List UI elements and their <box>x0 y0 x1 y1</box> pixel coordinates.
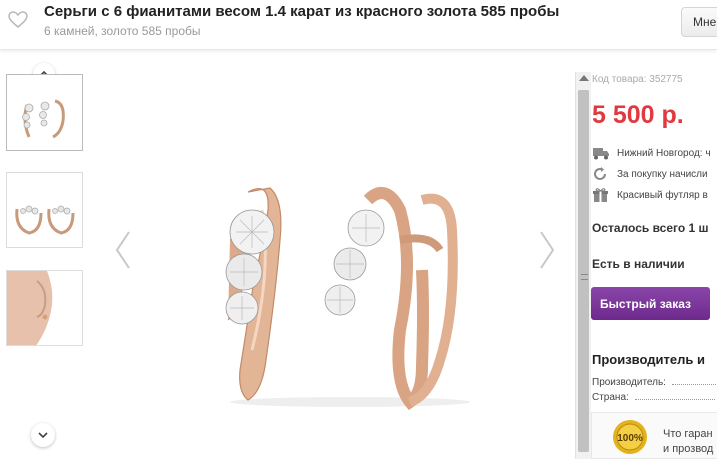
stock-status: Есть в наличии <box>592 257 685 271</box>
thumbnail-earrings-front-image <box>7 75 82 150</box>
grip-icon <box>581 274 588 280</box>
thumbnail-2[interactable] <box>6 172 83 248</box>
thumbnail-3[interactable] <box>6 270 83 346</box>
remaining-stock: Осталось всего 1 ш <box>592 221 709 235</box>
dotted-leader <box>671 384 717 385</box>
guarantee-box[interactable]: 100% Что гаран и прозвод <box>591 412 717 459</box>
country-label: Страна: <box>592 392 629 403</box>
scrollbar[interactable] <box>575 72 591 459</box>
product-header: Серьги с 6 фианитами весом 1.4 карат из … <box>0 0 717 50</box>
product-code: Код товара: 352775 <box>592 74 683 85</box>
country-field: Страна: <box>592 392 715 403</box>
chevron-right-icon[interactable] <box>537 228 557 272</box>
manufacturer-field: Производитель: <box>592 377 717 388</box>
product-price: 5 500 р. <box>592 101 684 129</box>
guarantee-text-line-2: и прозвод <box>663 443 714 455</box>
thumbnail-1[interactable] <box>6 74 83 151</box>
refresh-icon <box>594 167 606 180</box>
chevron-left-icon[interactable] <box>113 228 133 272</box>
scrollbar-thumb[interactable] <box>578 90 589 452</box>
gift-icon <box>593 188 608 202</box>
thumbnails-scroll-down-button[interactable] <box>31 423 55 447</box>
bonus-text: За покупку начисли <box>617 169 708 180</box>
quick-order-button[interactable]: Быстрый заказ <box>591 287 710 320</box>
delivery-text: Нижний Новгород: ч <box>617 148 711 159</box>
product-title: Серьги с 6 фианитами весом 1.4 карат из … <box>44 3 560 20</box>
maker-heading: Производитель и <box>592 352 705 367</box>
scroll-up-arrow-icon[interactable] <box>579 75 589 81</box>
dotted-leader <box>634 399 715 400</box>
gift-text: Красивый футляр в <box>617 190 708 201</box>
product-subtitle: 6 камней, золото 585 пробы <box>44 24 201 38</box>
guarantee-text-line-1: Что гаран <box>663 428 713 440</box>
thumbnail-earrings-side-image <box>7 173 82 247</box>
more-button[interactable]: Мне <box>681 7 717 37</box>
chevron-down-icon <box>38 432 48 439</box>
seal-text: 100% <box>617 433 643 444</box>
heart-icon[interactable] <box>8 11 28 29</box>
manufacturer-label: Производитель: <box>592 377 666 388</box>
truck-icon <box>593 148 609 160</box>
guarantee-seal-icon: 100% <box>613 420 647 454</box>
product-main-image <box>225 187 470 410</box>
thumbnail-model-image <box>7 271 82 345</box>
